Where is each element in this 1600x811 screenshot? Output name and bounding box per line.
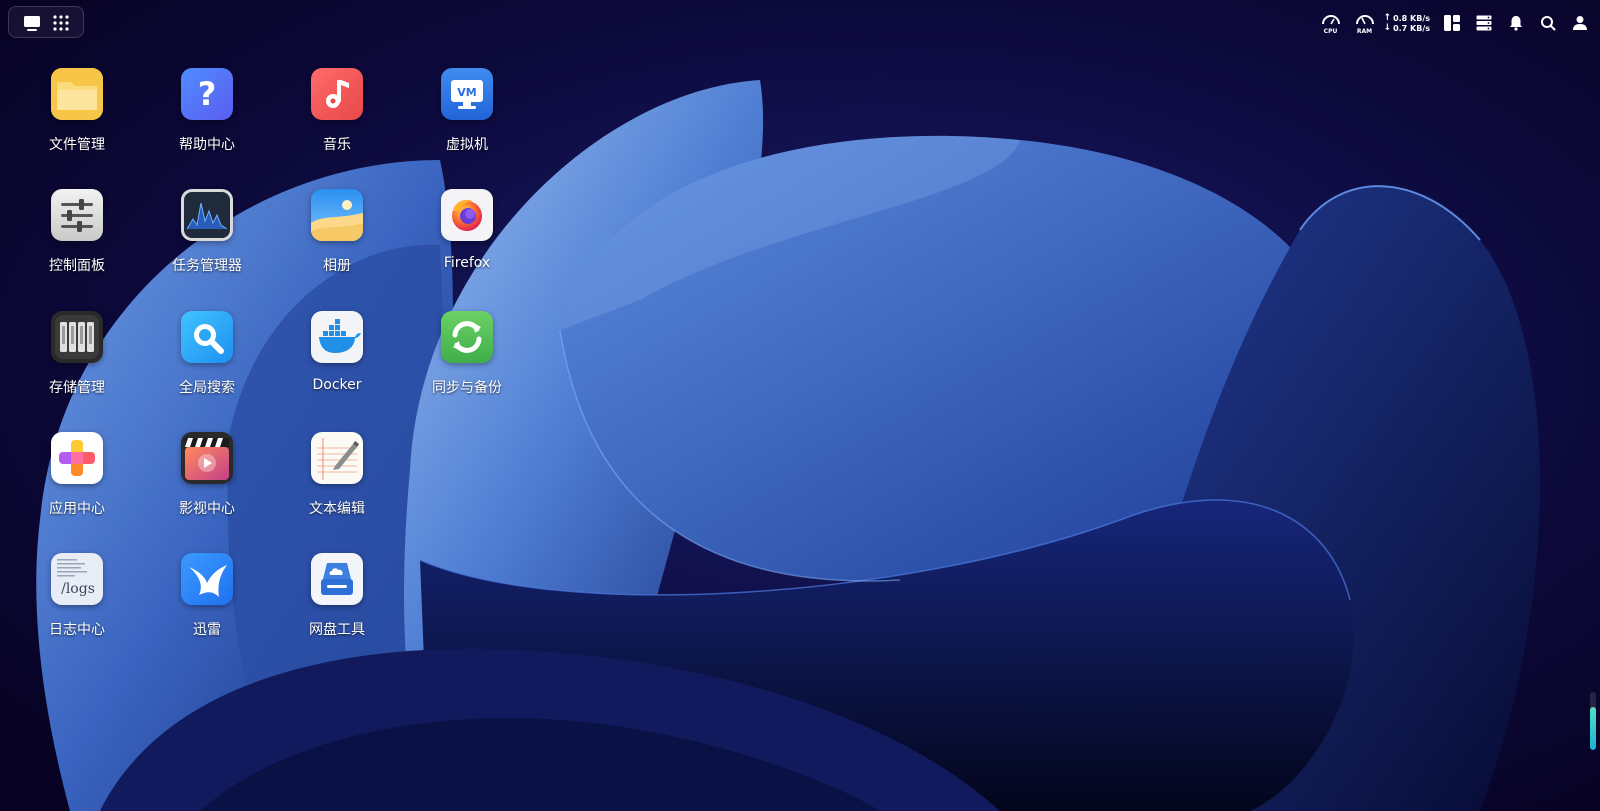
docker-whale-icon [311,311,363,363]
cpu-meter[interactable]: CPU [1320,11,1342,35]
vm-badge: VM [457,86,476,99]
app-label: 音乐 [323,137,351,153]
system-tray: CPU RAM ↑ 0.8 KB/s ↓ 0.7 KB/s [1320,10,1590,36]
storage-meter[interactable] [1590,692,1596,750]
upload-arrow-icon: ↑ [1383,12,1392,23]
app-text-editor[interactable]: 文本编辑 [282,432,392,540]
help-question-icon: ? [181,68,233,120]
app-label: 日志中心 [49,622,105,638]
user-account-icon[interactable] [1570,13,1590,33]
gauge-icon [1321,15,1340,25]
app-label: 迅雷 [193,622,221,638]
app-log-center[interactable]: /logs 日志中心 [22,553,132,661]
ram-label: RAM [1356,28,1373,35]
app-label: 控制面板 [49,258,105,274]
desktop-switcher [8,6,84,38]
app-file-manager[interactable]: 文件管理 [22,68,132,176]
app-thunder[interactable]: 迅雷 [152,553,262,661]
app-label: Firefox [443,255,491,271]
app-docker[interactable]: Docker [282,311,392,419]
app-task-manager[interactable]: 任务管理器 [152,189,262,297]
logs-badge: /logs [61,581,95,597]
video-clapper-icon [181,432,233,484]
app-global-search[interactable]: 全局搜索 [152,311,262,419]
app-label: 相册 [323,258,351,274]
desktop-view-icon[interactable] [23,14,41,32]
sliders-icon [51,189,103,241]
app-label: 虚拟机 [446,137,488,153]
app-cloud-drive-tool[interactable]: 网盘工具 [282,553,392,661]
photo-landscape-icon [311,189,363,241]
app-label: 任务管理器 [172,258,242,274]
app-help-center[interactable]: ? 帮助中心 [152,68,262,176]
app-virtual-machine[interactable]: VM 虚拟机 [412,68,522,176]
app-video-center[interactable]: 影视中心 [152,432,262,540]
app-control-panel[interactable]: 控制面板 [22,189,132,297]
app-label: 网盘工具 [309,622,365,638]
app-label: Docker [312,377,362,393]
thunder-bird-icon [181,553,233,605]
app-label: 影视中心 [179,501,235,517]
server-status-icon[interactable] [1474,13,1494,33]
search-magnifier-icon [181,311,233,363]
app-label: 同步与备份 [432,380,502,396]
activity-monitor-icon [181,189,233,241]
firefox-icon [441,189,493,241]
upload-speed: 0.8 KB/s [1393,13,1430,23]
top-bar: CPU RAM ↑ 0.8 KB/s ↓ 0.7 KB/s [0,0,1600,44]
gauge-icon [1355,15,1374,25]
sync-arrows-icon [441,311,493,363]
app-firefox[interactable]: Firefox [412,189,522,297]
app-storage-manager[interactable]: 存储管理 [22,311,132,419]
app-label: 文件管理 [49,137,105,153]
logs-file-icon: /logs [51,553,103,605]
text-notepad-icon [311,432,363,484]
download-speed: 0.7 KB/s [1393,23,1430,33]
app-label: 存储管理 [49,380,105,396]
widget-panel-icon[interactable] [1442,13,1462,33]
app-label: 全局搜索 [179,380,235,396]
music-note-icon [311,68,363,120]
folder-icon [51,68,103,120]
app-sync-backup[interactable]: 同步与备份 [412,311,522,419]
svg-text:?: ? [198,75,217,113]
download-arrow-icon: ↓ [1383,22,1392,33]
network-speed[interactable]: ↑ 0.8 KB/s ↓ 0.7 KB/s [1383,12,1430,33]
ram-meter[interactable]: RAM [1354,11,1376,35]
app-label: 文本编辑 [309,501,365,517]
vm-monitor-icon: VM [441,68,493,120]
cpu-label: CPU [1323,28,1338,35]
notification-bell-icon[interactable] [1506,13,1526,33]
app-store-icon [51,432,103,484]
search-icon[interactable] [1538,13,1558,33]
storage-drives-icon [51,311,103,363]
app-grid-icon[interactable] [52,14,70,32]
storage-meter-fill [1590,706,1596,750]
app-music[interactable]: 音乐 [282,68,392,176]
app-center[interactable]: 应用中心 [22,432,132,540]
cloud-drive-icon [311,553,363,605]
app-label: 帮助中心 [179,137,235,153]
app-photos[interactable]: 相册 [282,189,392,297]
app-label: 应用中心 [49,501,105,517]
